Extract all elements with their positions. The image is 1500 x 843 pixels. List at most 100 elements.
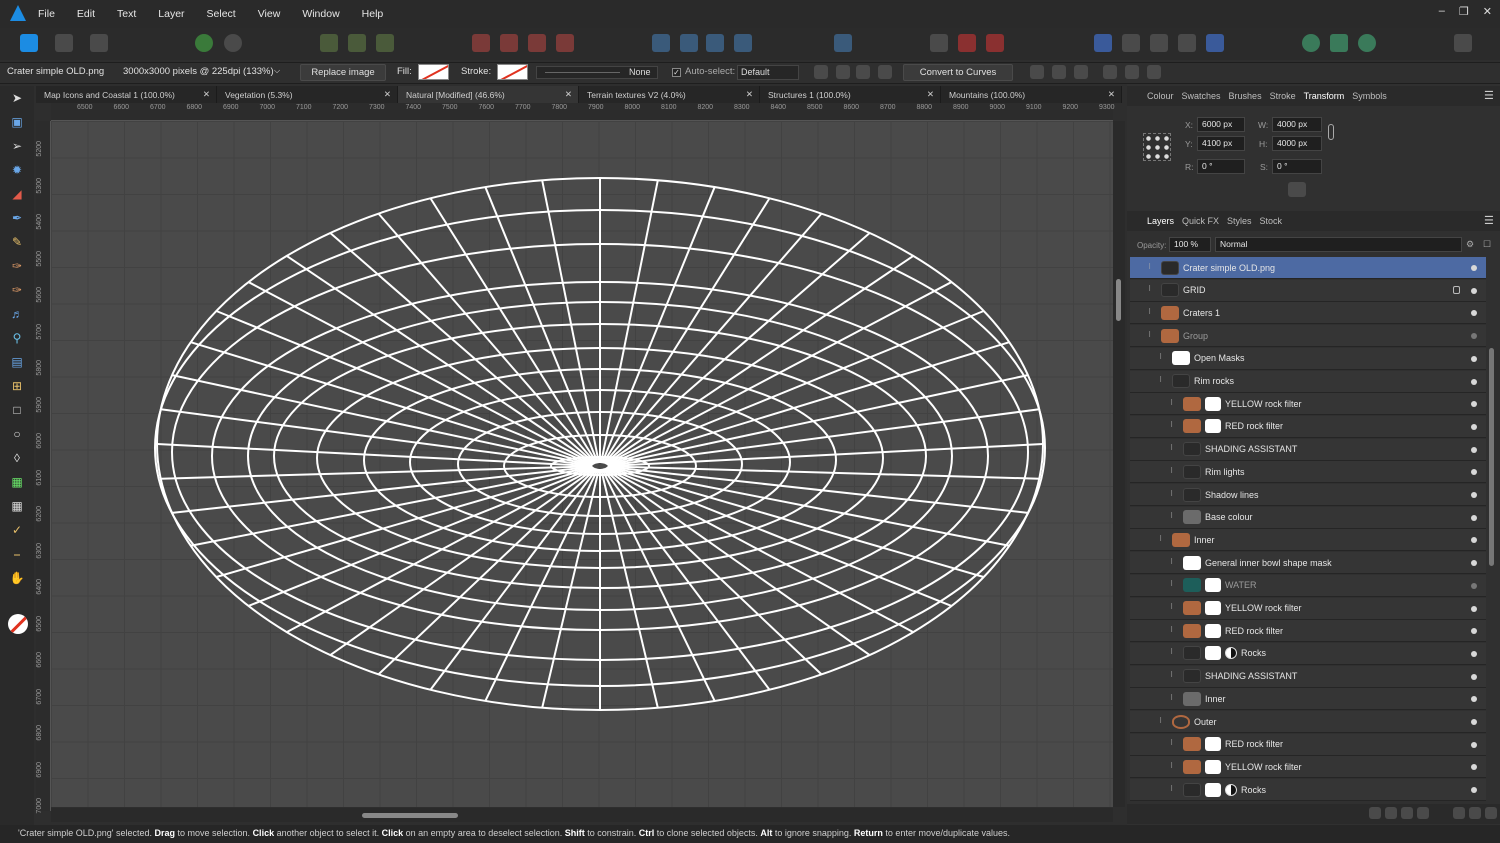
visibility-toggle[interactable] xyxy=(1471,673,1477,680)
menu-layer[interactable]: Layer xyxy=(158,8,184,20)
menu-text[interactable]: Text xyxy=(117,8,136,20)
convert-to-curves-button[interactable]: Convert to Curves xyxy=(903,64,1013,81)
transform-origin-icon[interactable] xyxy=(814,65,828,79)
document-tab[interactable]: Mountains (100.0%) ✕ xyxy=(941,86,1122,103)
visibility-toggle[interactable] xyxy=(1471,446,1477,453)
add-icon[interactable] xyxy=(1178,34,1196,52)
stroke-style-field[interactable]: None xyxy=(536,66,658,79)
visibility-toggle[interactable] xyxy=(1471,514,1477,521)
drag-handle-icon[interactable]: ⠇ xyxy=(1170,581,1178,589)
visibility-toggle[interactable] xyxy=(1471,787,1477,794)
group-layers-icon[interactable] xyxy=(1469,807,1481,819)
drag-handle-icon[interactable]: ⠇ xyxy=(1170,672,1178,680)
pen-tool-icon[interactable]: ✒ xyxy=(9,210,25,226)
point-transform-tool-icon[interactable]: ✹ xyxy=(9,162,25,178)
drag-handle-icon[interactable]: ⠇ xyxy=(1148,309,1156,317)
layer-row[interactable]: ⠇ YELLOW rock filter xyxy=(1130,756,1486,779)
grid-snap-icon[interactable] xyxy=(856,65,870,79)
snapping-options-icon[interactable] xyxy=(224,34,242,52)
align-left-icon[interactable] xyxy=(1030,65,1044,79)
ungroup-icon[interactable] xyxy=(1150,34,1168,52)
visibility-toggle[interactable] xyxy=(1471,287,1477,294)
select-objects-icon[interactable] xyxy=(320,34,338,52)
visibility-toggle[interactable] xyxy=(1471,537,1477,544)
tab-close-icon[interactable]: ✕ xyxy=(746,89,753,100)
fx-icon[interactable] xyxy=(1401,807,1413,819)
move-tool-icon[interactable]: ➤ xyxy=(9,90,25,106)
layer-row[interactable]: ⠇ GRID xyxy=(1130,279,1486,302)
visibility-toggle[interactable] xyxy=(1471,696,1477,703)
layer-row[interactable]: ⠇ Rim rocks xyxy=(1130,370,1486,393)
adjustment-icon[interactable] xyxy=(1385,807,1397,819)
document-tab[interactable]: Structures 1 (100.0%) ✕ xyxy=(760,86,941,103)
shape-tool-icon[interactable]: ◊ xyxy=(9,450,25,466)
align-top-icon[interactable] xyxy=(1103,65,1117,79)
eyedropper-tool-icon[interactable]: ✓ xyxy=(9,522,25,538)
tab-close-icon[interactable]: ✕ xyxy=(384,89,391,100)
fill-tool-icon[interactable]: ♬ xyxy=(9,306,25,322)
layer-row[interactable]: ⠇ Rocks xyxy=(1130,642,1486,665)
document-tab[interactable]: Vegetation (5.3%) ✕ xyxy=(217,86,398,103)
layer-row[interactable]: ⠇ Shadow lines xyxy=(1130,484,1486,506)
select-similar-icon[interactable] xyxy=(376,34,394,52)
drag-handle-icon[interactable]: ⠇ xyxy=(1159,354,1167,362)
layer-row[interactable]: ⠇ RED rock filter xyxy=(1130,733,1486,756)
export-persona-icon[interactable] xyxy=(90,34,108,52)
snapping-icon[interactable] xyxy=(195,34,213,52)
menu-select[interactable]: Select xyxy=(207,8,236,20)
document-info[interactable]: 3000x3000 pixels @ 225dpi (133%) xyxy=(123,66,274,77)
auto-select-checkbox[interactable]: ✓ xyxy=(672,68,681,77)
drag-handle-icon[interactable]: ⠇ xyxy=(1159,718,1167,726)
shear-field[interactable]: 0 ° xyxy=(1272,159,1322,174)
transparency-tool-icon[interactable]: ⚲ xyxy=(9,330,25,346)
table-tool-icon[interactable]: ▦ xyxy=(9,474,25,490)
visibility-toggle[interactable] xyxy=(1471,719,1477,725)
auto-select-dropdown[interactable]: Default xyxy=(737,65,799,80)
blend-mode-dropdown[interactable]: Normal xyxy=(1215,237,1462,252)
select-all-icon[interactable] xyxy=(348,34,366,52)
rotation-field[interactable]: 0 ° xyxy=(1197,159,1245,174)
layer-row[interactable]: ⠇ SHADING ASSISTANT xyxy=(1130,438,1486,461)
tab-stock[interactable]: Stock xyxy=(1260,216,1283,226)
transform-icon[interactable] xyxy=(930,34,948,52)
flip-vertical-icon[interactable] xyxy=(680,34,698,52)
width-field[interactable]: 4000 px xyxy=(1272,117,1322,132)
visibility-toggle[interactable] xyxy=(1471,764,1477,771)
tab-close-icon[interactable]: ✕ xyxy=(1108,89,1115,100)
drag-handle-icon[interactable]: ⠇ xyxy=(1170,627,1178,635)
drag-handle-icon[interactable]: ⠇ xyxy=(1170,445,1178,453)
y-field[interactable]: 4100 px xyxy=(1197,136,1245,151)
align-right-icon[interactable] xyxy=(1074,65,1088,79)
tab-swatches[interactable]: Swatches xyxy=(1182,91,1221,101)
close-window-icon[interactable]: ✕ xyxy=(1483,5,1492,18)
visibility-toggle[interactable] xyxy=(1471,560,1477,567)
paint-brush-tool-icon[interactable]: ✑ xyxy=(9,282,25,298)
crater-wireframe-image[interactable] xyxy=(51,121,1113,807)
layer-row[interactable]: ⠇ Inner xyxy=(1130,529,1486,552)
colour-well-icon[interactable] xyxy=(8,614,28,634)
frame-text-tool-icon[interactable]: ▦ xyxy=(9,498,25,514)
insert-inside-icon[interactable] xyxy=(1094,34,1112,52)
pixel-persona-icon[interactable] xyxy=(55,34,73,52)
assistant-options-icon[interactable] xyxy=(1330,34,1348,52)
layers-scroll-thumb[interactable] xyxy=(1489,348,1494,566)
live-filter-icon[interactable] xyxy=(1417,807,1429,819)
visibility-toggle[interactable] xyxy=(1471,423,1477,430)
tab-quick-fx[interactable]: Quick FX xyxy=(1182,216,1219,226)
settings-icon[interactable]: ⚙ xyxy=(1466,239,1474,250)
view-tool-icon[interactable]: ✋ xyxy=(9,570,25,586)
pencil-tool-icon[interactable]: ✎ xyxy=(9,234,25,250)
rotate-left-icon[interactable] xyxy=(706,34,724,52)
place-image-tool-icon[interactable]: ▤ xyxy=(9,354,25,370)
designer-persona-icon[interactable] xyxy=(20,34,38,52)
layer-row[interactable]: ⠇ Rim lights xyxy=(1130,461,1486,484)
crop-tool-icon[interactable]: ⊞ xyxy=(9,378,25,394)
height-field[interactable]: 4000 px xyxy=(1272,136,1322,151)
align-center-icon[interactable] xyxy=(1052,65,1066,79)
bounding-box-icon[interactable] xyxy=(836,65,850,79)
assistant-icon[interactable] xyxy=(1302,34,1320,52)
anchor-selector-icon[interactable] xyxy=(1143,133,1171,161)
opacity-field[interactable]: 100 % xyxy=(1169,237,1211,252)
tab-close-icon[interactable]: ✕ xyxy=(927,89,934,100)
move-back-icon[interactable] xyxy=(500,34,518,52)
